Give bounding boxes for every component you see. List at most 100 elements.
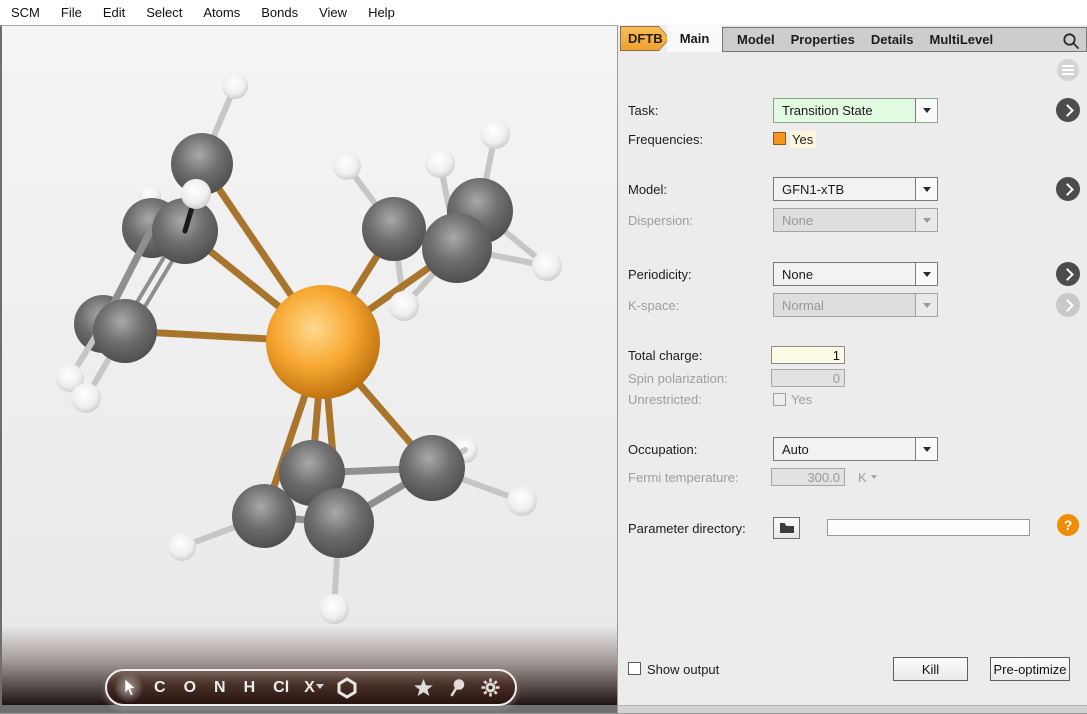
panel-bottom-strip [618, 705, 1087, 713]
frequencies-checkbox[interactable] [773, 132, 786, 145]
unit-label: K [858, 470, 867, 485]
menu-select[interactable]: Select [146, 5, 182, 20]
tab-main-selected[interactable]: Main [667, 25, 722, 52]
input-panel: DFTB Main Model Properties Details Multi… [617, 25, 1087, 713]
task-dropdown-arrow-icon[interactable] [915, 99, 937, 122]
model-value: GFN1-xTB [774, 182, 915, 197]
model-detail-button[interactable] [1056, 177, 1080, 201]
hydrogen-atom[interactable] [181, 179, 211, 209]
carbon-atom[interactable] [304, 488, 374, 558]
hydrogen-atom[interactable] [222, 73, 248, 99]
panel-menu-button[interactable] [1057, 59, 1079, 81]
kspace-dropdown: Normal [773, 293, 938, 317]
guide-balloon-button[interactable] [448, 673, 466, 703]
browse-folder-button[interactable] [773, 517, 800, 539]
carbon-atom[interactable] [399, 435, 465, 501]
task-detail-button[interactable] [1056, 98, 1080, 122]
search-icon[interactable] [1062, 32, 1080, 50]
balloon-pointer-icon [448, 678, 466, 698]
menu-bonds[interactable]: Bonds [261, 5, 298, 20]
model-dropdown-arrow-icon[interactable] [915, 178, 937, 200]
hydrogen-atom[interactable] [480, 119, 510, 149]
preoptimize-button[interactable]: Pre-optimize [990, 657, 1070, 681]
hydrogen-atom[interactable] [425, 148, 455, 178]
ring-tool-button[interactable] [328, 673, 366, 703]
periodicity-dropdown[interactable]: None [773, 262, 938, 286]
menu-bar: SCM File Edit Select Atoms Bonds View He… [0, 0, 1087, 25]
tab-model[interactable]: Model [729, 32, 783, 47]
menu-view[interactable]: View [319, 5, 347, 20]
element-button-O[interactable]: O [175, 673, 205, 703]
show-output-label: Show output [647, 662, 719, 677]
task-dropdown[interactable]: Transition State [773, 98, 938, 123]
molecule-viewer[interactable]: C O N H Cl X [0, 25, 617, 713]
element-picker-button[interactable]: X [298, 673, 328, 703]
method-tab-label: DFTB [628, 31, 663, 46]
tab-multilevel[interactable]: MultiLevel [922, 32, 1002, 47]
periodicity-detail-button[interactable] [1056, 262, 1080, 286]
periodicity-value: None [774, 267, 915, 282]
frequencies-row: Frequencies: Yes [618, 131, 1087, 147]
unrestricted-row: Unrestricted: Yes [618, 392, 1087, 407]
element-button-Cl[interactable]: Cl [264, 673, 298, 703]
carbon-atom[interactable] [422, 213, 492, 283]
settings-button[interactable] [480, 673, 501, 703]
carbon-atom[interactable] [362, 197, 426, 261]
parameter-directory-label: Parameter directory: [628, 521, 746, 536]
show-output-checkbox[interactable] [628, 662, 641, 675]
application-window: SCM File Edit Select Atoms Bonds View He… [0, 0, 1087, 713]
kspace-label: K-space: [628, 298, 679, 313]
fermi-temperature-row: Fermi temperature: K [618, 468, 1087, 486]
menu-atoms[interactable]: Atoms [203, 5, 240, 20]
panel-content: Task: Transition State Frequencies: Yes … [618, 52, 1087, 713]
dispersion-row: Dispersion: None [618, 208, 1087, 232]
tab-group: Model Properties Details MultiLevel [722, 27, 1087, 52]
element-button-H[interactable]: H [235, 673, 265, 703]
fermi-temperature-label: Fermi temperature: [628, 470, 739, 485]
occupation-dropdown-arrow-icon[interactable] [915, 438, 937, 460]
parameter-directory-help-button[interactable]: ? [1057, 514, 1079, 536]
model-dropdown[interactable]: GFN1-xTB [773, 177, 938, 201]
element-button-X: X [298, 679, 315, 697]
hydrogen-atom[interactable] [319, 594, 349, 624]
hydrogen-atom[interactable] [532, 251, 562, 281]
task-row: Task: Transition State [618, 98, 1087, 123]
spin-polarization-row: Spin polarization: [618, 369, 1087, 387]
menu-file[interactable]: File [61, 5, 82, 20]
dropdown-triangle-icon [316, 684, 324, 689]
menu-scm[interactable]: SCM [11, 5, 40, 20]
structure-tool-button[interactable] [413, 673, 434, 703]
hydrogen-atom[interactable] [507, 486, 537, 516]
total-charge-row: Total charge: [618, 346, 1087, 364]
occupation-dropdown[interactable]: Auto [773, 437, 938, 461]
element-button-N[interactable]: N [205, 673, 235, 703]
kill-button[interactable]: Kill [893, 657, 968, 681]
kspace-row: K-space: Normal [618, 293, 1087, 317]
hydrogen-atom[interactable] [389, 291, 419, 321]
tab-bar: DFTB Main Model Properties Details Multi… [618, 25, 1087, 52]
hydrogen-atom[interactable] [71, 383, 101, 413]
hydrogen-atom[interactable] [168, 533, 196, 561]
parameter-directory-row: Parameter directory: [618, 516, 1087, 540]
star-icon [413, 678, 434, 698]
occupation-label: Occupation: [628, 442, 697, 457]
menu-help[interactable]: Help [368, 5, 395, 20]
task-label: Task: [628, 103, 658, 118]
tab-properties[interactable]: Properties [783, 32, 863, 47]
task-value: Transition State [774, 103, 915, 118]
carbon-atom[interactable] [93, 299, 157, 363]
periodicity-label: Periodicity: [628, 267, 692, 282]
hydrogen-atom[interactable] [333, 152, 361, 180]
element-button-C[interactable]: C [145, 673, 175, 703]
select-cursor-tool[interactable] [115, 673, 145, 703]
fermi-temperature-input [771, 468, 845, 486]
total-charge-input[interactable] [771, 346, 845, 364]
menu-edit[interactable]: Edit [103, 5, 125, 20]
method-tab-dftb[interactable]: DFTB [620, 26, 670, 51]
parameter-directory-input[interactable] [827, 519, 1030, 536]
metal-atom[interactable] [266, 285, 380, 399]
molecule-render[interactable] [2, 26, 619, 714]
tab-details[interactable]: Details [863, 32, 922, 47]
periodicity-dropdown-arrow-icon[interactable] [915, 263, 937, 285]
spin-polarization-input [771, 369, 845, 387]
